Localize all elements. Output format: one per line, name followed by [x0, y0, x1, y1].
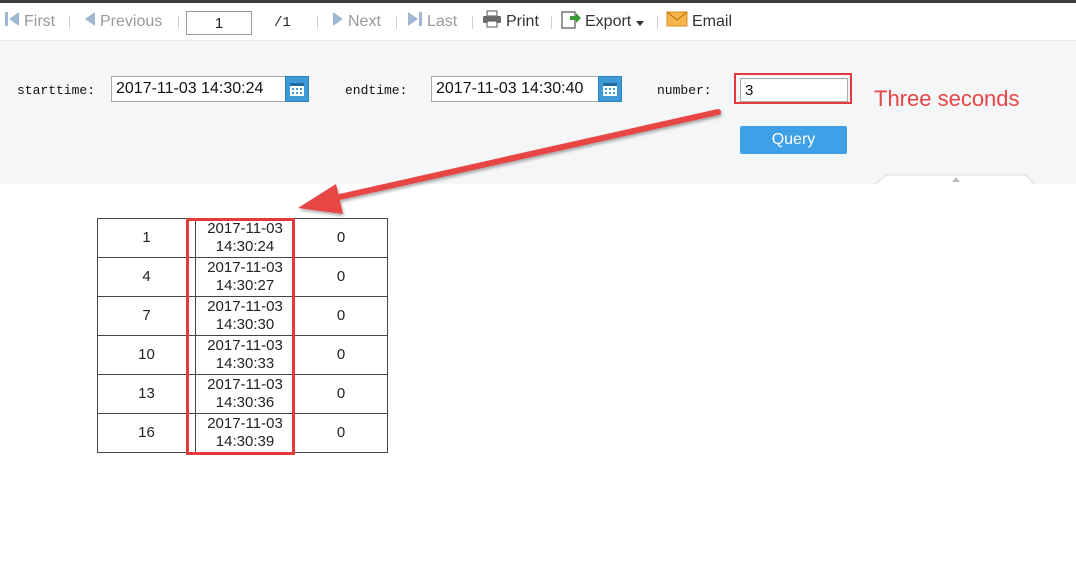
export-button[interactable]: Export [561, 3, 645, 40]
toolbar-divider [317, 16, 318, 29]
export-icon [561, 9, 581, 34]
row-index-cell: 16 [97, 413, 196, 453]
page-total: /1 [274, 15, 291, 31]
row-index-cell: 10 [97, 335, 196, 375]
value-cell: 0 [294, 218, 388, 258]
starttime-label: starttime: [17, 83, 96, 98]
row-index-cell: 1 [97, 218, 196, 258]
value-cell: 0 [294, 257, 388, 297]
endtime-calendar-button[interactable] [598, 76, 622, 102]
query-button[interactable]: Query [740, 126, 847, 154]
value-cell: 0 [294, 296, 388, 336]
calendar-icon [290, 83, 304, 96]
filter-panel [0, 41, 1076, 184]
calendar-icon [603, 83, 617, 96]
next-page-button[interactable]: Next [332, 3, 381, 40]
last-page-icon [407, 11, 423, 32]
collapse-arrow-icon [875, 174, 1035, 185]
print-label: Print [506, 12, 539, 30]
email-label: Email [692, 12, 733, 30]
endtime-label: endtime: [345, 83, 408, 98]
value-cell: 0 [294, 374, 388, 414]
first-page-icon [4, 11, 20, 32]
row-index-cell: 7 [97, 296, 196, 336]
toolbar-divider [69, 16, 70, 29]
toolbar-divider [657, 16, 658, 29]
value-cell: 0 [294, 413, 388, 453]
next-page-icon [332, 11, 344, 32]
report-toolbar: First Previous /1 Next Last Print Export [0, 3, 1076, 41]
email-button[interactable]: Email [666, 3, 732, 40]
last-page-label: Last [427, 12, 458, 30]
first-page-button[interactable]: First [4, 3, 55, 40]
number-highlight-box [734, 73, 852, 104]
page-number-input[interactable] [186, 11, 252, 35]
time-column-highlight-box [186, 218, 295, 455]
previous-page-button[interactable]: Previous [84, 3, 162, 40]
toolbar-divider [178, 16, 179, 29]
starttime-calendar-button[interactable] [285, 76, 309, 102]
value-cell: 0 [294, 335, 388, 375]
dropdown-caret-icon [636, 13, 645, 31]
last-page-button[interactable]: Last [407, 3, 457, 40]
toolbar-divider [472, 16, 473, 29]
print-button[interactable]: Print [482, 3, 539, 40]
envelope-icon [666, 11, 688, 32]
toolbar-divider [551, 16, 552, 29]
first-page-label: First [24, 12, 56, 30]
annotation-text: Three seconds [874, 86, 1020, 111]
endtime-input[interactable]: 2017-11-03 14:30:40 [431, 76, 599, 102]
printer-icon [482, 10, 502, 33]
collapse-panel-handle[interactable] [875, 172, 1036, 190]
export-label: Export [585, 12, 632, 30]
starttime-input[interactable]: 2017-11-03 14:30:24 [111, 76, 286, 102]
previous-page-label: Previous [100, 12, 163, 30]
row-index-cell: 13 [97, 374, 196, 414]
toolbar-divider [396, 16, 397, 29]
number-label: number: [657, 83, 712, 98]
next-page-label: Next [348, 12, 381, 30]
row-index-cell: 4 [97, 257, 196, 297]
previous-page-icon [84, 11, 96, 32]
